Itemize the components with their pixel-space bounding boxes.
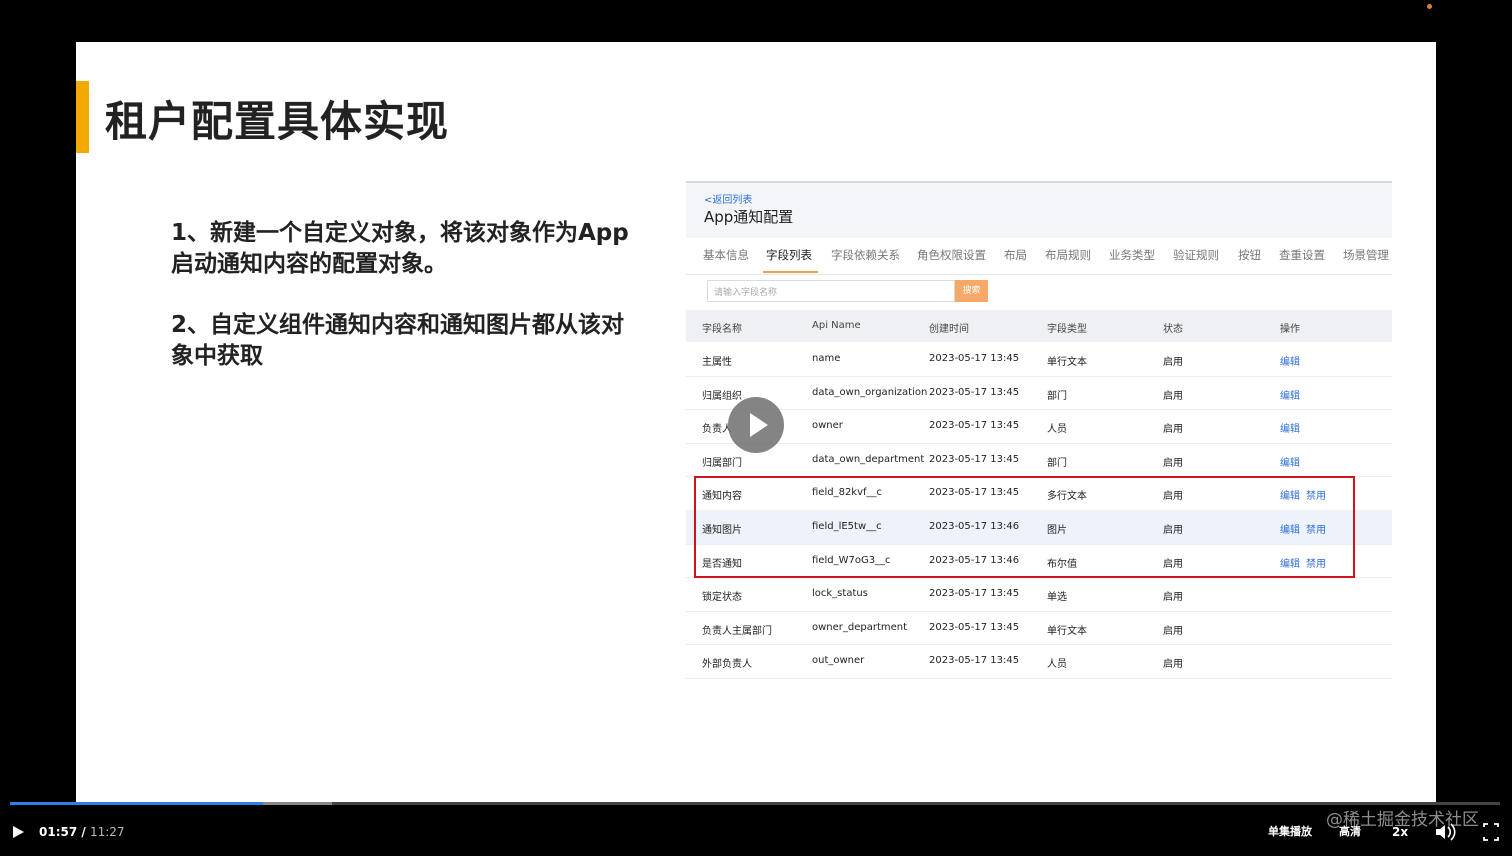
tab-validation-rules[interactable]: 验证规则 <box>1173 247 1219 263</box>
cell-name: 负责人主属部门 <box>702 625 772 637</box>
time-separator: / <box>77 825 90 839</box>
play-icon[interactable] <box>10 818 28 846</box>
back-to-list-link[interactable]: <返回列表 <box>704 191 752 206</box>
tab-field-dependency[interactable]: 字段依赖关系 <box>831 247 900 263</box>
highlight-box <box>694 476 1355 578</box>
table-row: 锁定状态 lock_status 2023-05-17 13:45 单选 启用 <box>686 577 1392 612</box>
embedded-app-screenshot: <返回列表 App通知配置 基本信息 字段列表 字段依赖关系 角色权限设置 布局… <box>686 181 1392 693</box>
cell-api: data_own_department <box>812 453 925 465</box>
tab-buttons[interactable]: 按钮 <box>1238 247 1261 263</box>
cell-time: 2023-05-17 13:45 <box>929 621 1020 633</box>
cell-name: 归属部门 <box>702 457 742 469</box>
cell-api: owner_department <box>812 621 908 633</box>
volume-icon[interactable] <box>1434 818 1456 846</box>
cell-type: 单选 <box>1047 592 1067 604</box>
cell-status: 启用 <box>1163 457 1183 469</box>
edit-link[interactable]: 编辑 <box>1280 420 1300 435</box>
tab-role-permission[interactable]: 角色权限设置 <box>917 247 986 263</box>
cell-time: 2023-05-17 13:45 <box>929 386 1020 398</box>
cell-status: 启用 <box>1163 424 1183 436</box>
cell-time: 2023-05-17 13:45 <box>929 420 1020 432</box>
tab-field-list[interactable]: 字段列表 <box>766 247 812 263</box>
fullscreen-icon[interactable] <box>1482 818 1500 846</box>
quality-button[interactable]: 高清 <box>1339 818 1361 846</box>
column-header: 字段名称 <box>702 324 742 335</box>
slide-point-2: 2、自定义组件通知内容和通知图片都从该对象中获取 <box>171 312 625 369</box>
progress-fill <box>10 802 263 805</box>
center-play-button[interactable] <box>728 397 784 453</box>
time-display: 01:57 / 11:27 <box>39 818 125 846</box>
cell-status: 启用 <box>1163 592 1183 604</box>
edit-link[interactable]: 编辑 <box>1280 387 1300 402</box>
column-header: 创建时间 <box>929 324 969 335</box>
table-header: 字段名称 Api Name 创建时间 字段类型 状态 操作 <box>686 310 1392 342</box>
cell-time: 2023-05-17 13:45 <box>929 453 1020 465</box>
cell-name: 主属性 <box>702 357 732 368</box>
column-header: Api Name <box>812 320 861 331</box>
app-header: <返回列表 App通知配置 <box>686 183 1392 238</box>
cell-type: 单行文本 <box>1047 625 1087 637</box>
column-header: 字段类型 <box>1047 324 1087 335</box>
cell-status: 启用 <box>1163 625 1183 637</box>
cell-time: 2023-05-17 13:45 <box>929 353 1020 364</box>
cell-api: data_own_organization <box>812 386 928 398</box>
cell-api: out_owner <box>812 655 865 667</box>
cell-type: 部门 <box>1047 390 1067 402</box>
single-play-button[interactable]: 单集播放 <box>1268 818 1312 846</box>
slide-point-1: 1、新建一个自定义对象，将该对象作为App启动通知内容的配置对象。 <box>171 220 629 277</box>
table-row: 主属性 name 2023-05-17 13:45 单行文本 启用 编辑 <box>686 342 1392 377</box>
field-search-input[interactable]: 请输入字段名称 <box>707 280 955 302</box>
cell-name: 归属组织 <box>702 390 742 402</box>
table-row: 归属组织 data_own_organization 2023-05-17 13:4… <box>686 376 1392 411</box>
cell-api: name <box>812 353 841 364</box>
slide-title: 租户配置具体实现 <box>105 97 450 146</box>
tab-layout-rules[interactable]: 布局规则 <box>1045 247 1091 263</box>
current-time: 01:57 <box>39 825 78 839</box>
table-row: 负责人主属部门 owner_department 2023-05-17 13:45 单… <box>686 611 1392 646</box>
cell-name: 锁定状态 <box>702 592 742 604</box>
total-time: 11:27 <box>89 825 125 839</box>
cell-type: 人员 <box>1047 659 1067 671</box>
cell-type: 部门 <box>1047 457 1067 469</box>
recording-dot <box>1427 4 1432 9</box>
table-row: 负责人 owner 2023-05-17 13:45 人员 启用 编辑 <box>686 409 1392 444</box>
table-row: 外部负责人 out_owner 2023-05-17 13:45 人员 启用 <box>686 644 1392 679</box>
cell-time: 2023-05-17 13:45 <box>929 655 1020 667</box>
cell-status: 启用 <box>1163 357 1183 368</box>
tab-dedupe-settings[interactable]: 查重设置 <box>1279 247 1325 263</box>
edit-link[interactable]: 编辑 <box>1280 353 1300 368</box>
cell-api: lock_status <box>812 588 868 600</box>
active-tab-underline <box>763 271 818 273</box>
tab-scene-management[interactable]: 场景管理 <box>1343 247 1389 263</box>
cell-status: 启用 <box>1163 390 1183 402</box>
speed-button[interactable]: 2x <box>1392 818 1408 846</box>
tab-business-type[interactable]: 业务类型 <box>1109 247 1155 263</box>
cell-api: owner <box>812 420 843 432</box>
edit-link[interactable]: 编辑 <box>1280 454 1300 469</box>
cell-type: 人员 <box>1047 424 1067 436</box>
column-header: 操作 <box>1280 324 1300 335</box>
cell-status: 启用 <box>1163 659 1183 671</box>
tab-basic-info[interactable]: 基本信息 <box>703 247 749 263</box>
cell-time: 2023-05-17 13:45 <box>929 588 1020 600</box>
column-header: 状态 <box>1163 324 1183 335</box>
cell-type: 单行文本 <box>1047 357 1087 368</box>
cell-name: 外部负责人 <box>702 659 752 671</box>
search-button[interactable]: 搜索 <box>955 280 988 302</box>
table-row: 归属部门 data_own_department 2023-05-17 13:45 部… <box>686 443 1392 478</box>
tab-layout[interactable]: 布局 <box>1004 247 1027 263</box>
title-accent-bar <box>76 81 89 153</box>
tab-bar: 基本信息 字段列表 字段依赖关系 角色权限设置 布局 布局规则 业务类型 验证规… <box>686 238 1392 275</box>
app-title: App通知配置 <box>704 208 794 226</box>
